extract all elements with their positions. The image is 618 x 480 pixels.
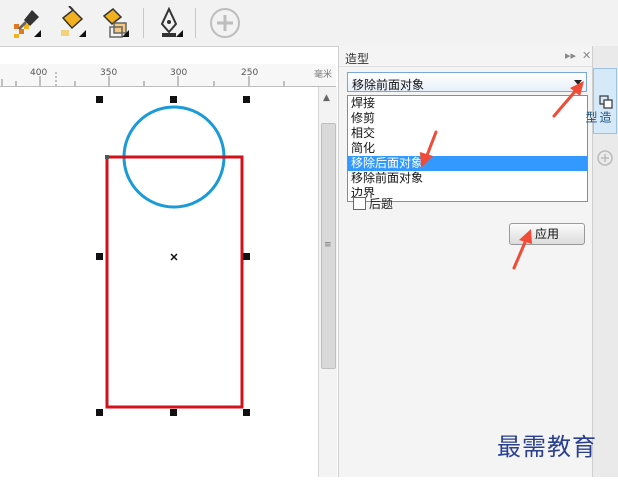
add-circle-icon[interactable] xyxy=(208,6,242,40)
collapse-icon[interactable]: ▸▸ xyxy=(565,49,576,62)
tab-shaping-label: 造型 xyxy=(584,111,612,123)
watermark: 最需教育 xyxy=(497,433,597,461)
shaping-icon xyxy=(599,95,613,109)
paint-bucket-icon[interactable] xyxy=(55,5,89,40)
annotation-arrow-option xyxy=(420,130,438,168)
drawing-canvas[interactable] xyxy=(0,87,318,477)
option-simplify[interactable]: 简化 xyxy=(348,141,587,156)
toolbar-separator xyxy=(195,8,196,38)
pen-nib-icon[interactable] xyxy=(152,6,186,40)
vertical-scrollbar[interactable]: ▲ ≡ xyxy=(318,87,337,477)
docker-tab-strip: 造型 xyxy=(584,46,618,477)
scroll-thumb[interactable]: ≡ xyxy=(321,123,336,369)
tab-shaping[interactable]: 造型 xyxy=(584,68,617,134)
option-front-minus-back[interactable]: 移除前面对象 xyxy=(348,171,587,186)
checkbox-label: 后题 xyxy=(369,197,394,211)
canvas-artwork xyxy=(96,96,250,416)
toolbar-separator xyxy=(143,8,144,38)
divider xyxy=(339,66,593,67)
annotation-arrow-apply xyxy=(512,229,532,270)
red-rectangle xyxy=(105,155,244,409)
leave-original-checkbox[interactable] xyxy=(353,197,366,210)
add-docker-icon[interactable] xyxy=(597,150,613,166)
ruler-ticks xyxy=(1,70,285,86)
horizontal-ruler: 400 350 300 250 xyxy=(0,64,320,87)
toolbar xyxy=(0,0,618,47)
close-icon[interactable]: ✕ xyxy=(582,49,591,62)
shaping-mode-value: 移除前面对象 xyxy=(352,78,425,92)
attribute-bucket-icon[interactable] xyxy=(98,6,132,40)
scroll-grip-icon: ≡ xyxy=(324,240,332,250)
scroll-up-icon[interactable]: ▲ xyxy=(323,93,330,103)
docker-title: 造型 xyxy=(345,52,370,66)
eyedropper-fill-icon[interactable] xyxy=(10,6,44,40)
annotation-arrow-dropdown xyxy=(552,81,584,118)
center-mark xyxy=(170,253,178,261)
ruler-unit: 毫米 xyxy=(310,64,336,87)
option-back-minus-front[interactable]: 移除后面对象 xyxy=(348,156,587,171)
option-intersect[interactable]: 相交 xyxy=(348,126,587,141)
